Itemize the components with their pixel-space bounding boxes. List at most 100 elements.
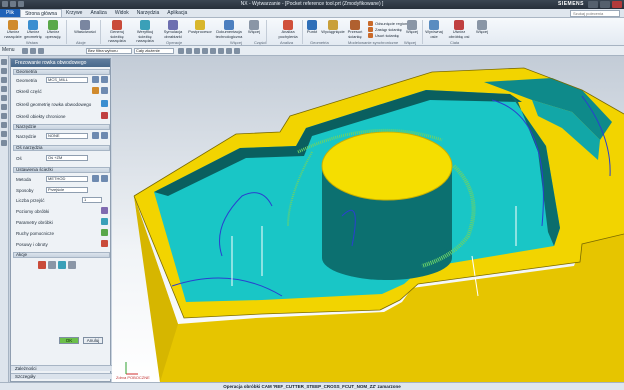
non-cut-moves-icon[interactable] — [101, 229, 108, 236]
selection-toolbar: Menu Bez filtra wyboru Cały złożenie — [0, 46, 624, 56]
new-method-icon[interactable] — [92, 175, 99, 182]
navigator-icon[interactable] — [1, 104, 7, 110]
navigator-icon[interactable] — [1, 113, 7, 119]
draft-analysis-button[interactable]: Analiza pochylenia — [276, 20, 300, 42]
toolbar-icon[interactable] — [226, 48, 232, 54]
scope-select[interactable]: Cały złożenie — [134, 48, 174, 54]
select-check-icon[interactable] — [101, 112, 108, 119]
create-geometry-button[interactable]: Utwórz geometrię — [22, 20, 44, 42]
more-bodies-button[interactable]: Więcej — [474, 20, 490, 42]
cancel-button[interactable]: Anuluj — [83, 337, 103, 344]
method-select[interactable]: METHOD — [46, 176, 88, 182]
minimize-button[interactable] — [588, 1, 598, 8]
toolbar-icon[interactable] — [218, 48, 224, 54]
more-sync-button[interactable]: Więcej — [404, 20, 420, 42]
navigator-icon[interactable] — [1, 77, 7, 83]
passes-row: Liczba przejść 1 — [16, 197, 110, 203]
file-menu[interactable]: Plik — [0, 9, 21, 17]
navigator-icon[interactable] — [1, 68, 7, 74]
navigator-icon[interactable] — [1, 59, 7, 65]
tab-curves[interactable]: Krzywe — [62, 9, 86, 17]
pattern-select[interactable]: Przejście — [46, 187, 88, 193]
machine-simulation-button[interactable]: Symulacja obrabiarki — [160, 20, 186, 42]
toolbar-icon[interactable] — [38, 48, 44, 54]
postprocess-button[interactable]: Postprocesor — [188, 20, 212, 42]
non-cut-moves-row[interactable]: Ruchy pomocnicze — [16, 229, 110, 236]
command-search-input[interactable]: Szukaj polecenia — [570, 10, 620, 17]
cut-params-icon[interactable] — [101, 218, 108, 225]
tool-section[interactable]: Narzędzie — [13, 124, 110, 130]
feeds-speeds-icon[interactable] — [101, 240, 108, 247]
cut-params-row[interactable]: Parametry obróbki — [16, 218, 110, 225]
tab-tools[interactable]: Narzędzia — [133, 9, 164, 17]
ok-button[interactable]: OK — [59, 337, 79, 344]
tab-home[interactable]: Strona główna — [20, 9, 63, 17]
align-axes-button[interactable]: Wyrównaj osie — [424, 20, 444, 42]
create-operation-button[interactable]: Utwórz operację — [42, 20, 64, 42]
extrude-button[interactable]: Wyciągnięcie — [320, 20, 346, 42]
toolbar-icon[interactable] — [202, 48, 208, 54]
feeds-speeds-row[interactable]: Posuwy i obroty — [16, 240, 110, 247]
point-button[interactable]: Punkt — [304, 20, 320, 42]
tab-view[interactable]: Widok — [111, 9, 133, 17]
toolbar-icon[interactable] — [194, 48, 200, 54]
edit-geometry-icon[interactable] — [101, 76, 108, 83]
navigator-icon[interactable] — [1, 122, 7, 128]
toolbar-icon[interactable] — [178, 48, 184, 54]
select-floor-icon[interactable] — [101, 100, 108, 107]
toolbar-icon[interactable] — [30, 48, 36, 54]
path-settings-section[interactable]: Ustawienia ścieżki — [13, 167, 110, 173]
window-controls — [588, 1, 622, 8]
display-icon[interactable] — [101, 87, 108, 94]
properties-button[interactable]: Właściwości — [72, 20, 98, 42]
geometry-section[interactable]: Geometria — [13, 69, 110, 75]
create-tool-button[interactable]: Utwórz narzędzie — [2, 20, 24, 42]
tab-analysis[interactable]: Analiza — [86, 9, 110, 17]
maximize-button[interactable] — [600, 1, 610, 8]
group-label: Akcje — [76, 40, 86, 45]
passes-input[interactable]: 1 — [82, 197, 102, 203]
list-icon[interactable] — [68, 261, 76, 269]
details-section[interactable]: Szczegóły — [11, 373, 112, 379]
edit-tool-icon[interactable] — [101, 132, 108, 139]
verify-icon[interactable] — [58, 261, 66, 269]
dependencies-section[interactable]: Zależności — [11, 365, 112, 371]
generate-icon[interactable] — [38, 261, 46, 269]
tab-application[interactable]: Aplikacja — [163, 9, 191, 17]
replace-face-button[interactable]: Zastąp ściankę — [368, 27, 402, 32]
navigator-icon[interactable] — [1, 140, 7, 146]
navigator-icon[interactable] — [1, 86, 7, 92]
toolbar-icon[interactable] — [210, 48, 216, 54]
new-geometry-icon[interactable] — [92, 76, 99, 83]
cut-levels-icon[interactable] — [101, 207, 108, 214]
menu-button[interactable]: Menu — [2, 47, 15, 53]
verify-toolpath-button[interactable]: Weryfikuj ścieżkę narzędzia — [132, 20, 158, 43]
generate-toolpath-button[interactable]: Generuj ścieżkę narzędzia — [104, 20, 130, 43]
toolbar-icon[interactable] — [186, 48, 192, 54]
edit-method-icon[interactable] — [101, 175, 108, 182]
tool-axis-section[interactable]: Oś narzędzia — [13, 145, 110, 151]
more-operations-button[interactable]: Więcej — [246, 20, 262, 42]
tool-row: Narzędzie NONE — [16, 132, 110, 139]
move-face-button[interactable]: Przesuń ściankę — [344, 20, 366, 42]
graphics-window[interactable]: Zdrva POBOCZNE — [112, 56, 624, 382]
geometry-select[interactable]: MCS_MILL — [46, 77, 88, 83]
cut-levels-row[interactable]: Poziomy obróbki — [16, 207, 110, 214]
part-model-view[interactable] — [112, 56, 624, 382]
tool-select[interactable]: NONE — [46, 133, 88, 139]
actions-section[interactable]: Akcje — [13, 252, 110, 258]
new-tool-icon[interactable] — [92, 132, 99, 139]
toolbar-icon[interactable] — [234, 48, 240, 54]
orient-wcs-button[interactable]: Utwórz obróbkę osi — [446, 20, 472, 42]
axis-select[interactable]: Oś +ZM — [46, 155, 88, 161]
navigator-icon[interactable] — [1, 131, 7, 137]
group-label: Ciała — [450, 40, 460, 45]
delete-face-button[interactable]: Usuń ściankę — [368, 33, 399, 38]
close-button[interactable] — [612, 1, 622, 8]
toolbar-icon[interactable] — [22, 48, 28, 54]
type-filter-select[interactable]: Bez filtra wyboru — [86, 48, 132, 54]
replay-icon[interactable] — [48, 261, 56, 269]
shop-documentation-button[interactable]: Dokumentacja technologiczna — [214, 20, 244, 42]
navigator-icon[interactable] — [1, 95, 7, 101]
select-part-icon[interactable] — [92, 87, 99, 94]
